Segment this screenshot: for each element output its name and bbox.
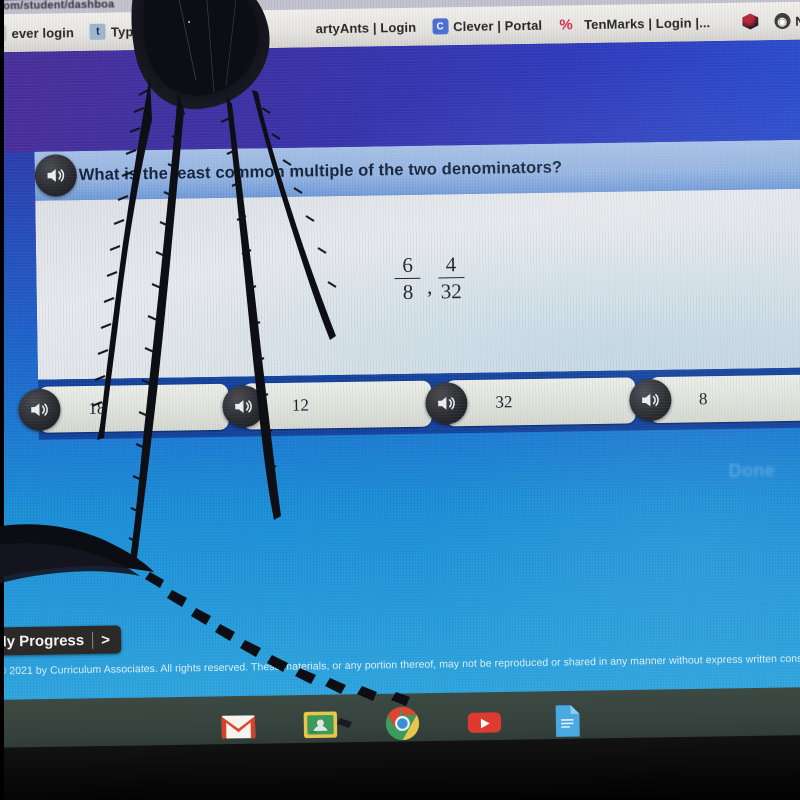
bookmark-label: New Tab [795, 12, 800, 29]
hexagon-icon [742, 13, 758, 29]
answer-label: 18 [88, 398, 106, 418]
answer-speaker-button-1[interactable] [18, 388, 61, 432]
bookmark-label: ever login [11, 24, 75, 41]
fraction-expression: 6 8 , 4 32 [394, 251, 465, 305]
google-classroom-icon[interactable] [299, 703, 342, 746]
my-progress-button[interactable]: My Progress > [0, 625, 122, 656]
answer-label: 32 [495, 392, 513, 412]
fraction-2-bar [438, 276, 465, 279]
youtube-icon[interactable] [463, 701, 506, 744]
answer-speaker-button-4[interactable] [628, 378, 672, 422]
laptop-bezel-left [0, 0, 4, 800]
speaker-icon [234, 400, 252, 413]
bookmark-item-tenmarks[interactable]: % TenMarks | Login |... [558, 14, 711, 34]
fraction-1: 6 8 [394, 252, 421, 305]
question-body: 6 8 , 4 32 [35, 188, 800, 380]
chrome-icon[interactable] [381, 702, 424, 745]
fraction-2: 4 32 [438, 251, 465, 304]
gmail-icon[interactable] [217, 705, 260, 748]
my-progress-label: My Progress [0, 631, 85, 650]
chevron-right-icon: > [92, 631, 118, 649]
question-prompt: What is the least common multiple of the… [78, 158, 563, 185]
bookmark-item-hexagon[interactable] [742, 13, 758, 29]
bookmark-item-new-tab[interactable]: ◉ New Tab [774, 12, 800, 30]
answer-speaker-button-3[interactable] [425, 382, 468, 425]
newtab-icon: ◉ [774, 12, 791, 30]
answer-choice-8[interactable]: 8 [628, 374, 800, 424]
answer-choice-12[interactable]: 12 [221, 380, 432, 430]
bookmark-item-ever-login[interactable]: ever login [0, 24, 75, 42]
answer-choice-18[interactable]: 18 [18, 383, 229, 433]
bookmark-label: artyAnts | Login [315, 19, 417, 36]
clever-icon: C [432, 18, 449, 35]
fraction-2-denominator: 32 [440, 279, 462, 304]
bookmark-label: Typing Les [110, 22, 180, 40]
cracked-screen-photo: y.com/student/dashboa ever login t Typin… [0, 0, 800, 800]
speaker-icon [47, 169, 65, 182]
bookmark-item-typing[interactable]: t Typing Les [89, 22, 180, 40]
fraction-2-numerator: 4 [445, 251, 457, 276]
bookmark-item-clever[interactable]: C Clever | Portal [432, 17, 542, 35]
answer-label: 8 [698, 389, 708, 409]
bookmark-item-partyants[interactable]: artyAnts | Login [315, 19, 416, 36]
fraction-1-bar [394, 277, 421, 280]
fraction-1-numerator: 6 [402, 252, 414, 277]
tenmarks-icon: % [559, 15, 573, 34]
question-speaker-button[interactable] [34, 154, 78, 197]
chromebook-screen: y.com/student/dashboa ever login t Typin… [0, 0, 800, 713]
typing-icon: t [89, 23, 107, 40]
google-docs-icon[interactable] [545, 700, 588, 743]
answer-choice-32[interactable]: 32 [425, 377, 636, 427]
answer-speaker-button-2[interactable] [221, 385, 265, 428]
question-card: What is the least common multiple of the… [34, 139, 800, 380]
answer-label: 12 [291, 395, 310, 415]
app-background-band [0, 39, 800, 153]
fraction-1-denominator: 8 [402, 280, 414, 305]
copyright-text: © 2021 by Curriculum Associates. All rig… [0, 652, 800, 678]
speaker-icon [31, 403, 48, 417]
speaker-icon [641, 393, 659, 407]
speaker-icon [438, 396, 455, 410]
done-button[interactable]: Done [728, 460, 775, 482]
bookmark-label: Clever | Portal [453, 17, 543, 34]
bookmark-label-tenmarks: TenMarks | Login |... [583, 14, 711, 32]
fraction-separator: , [426, 274, 433, 299]
